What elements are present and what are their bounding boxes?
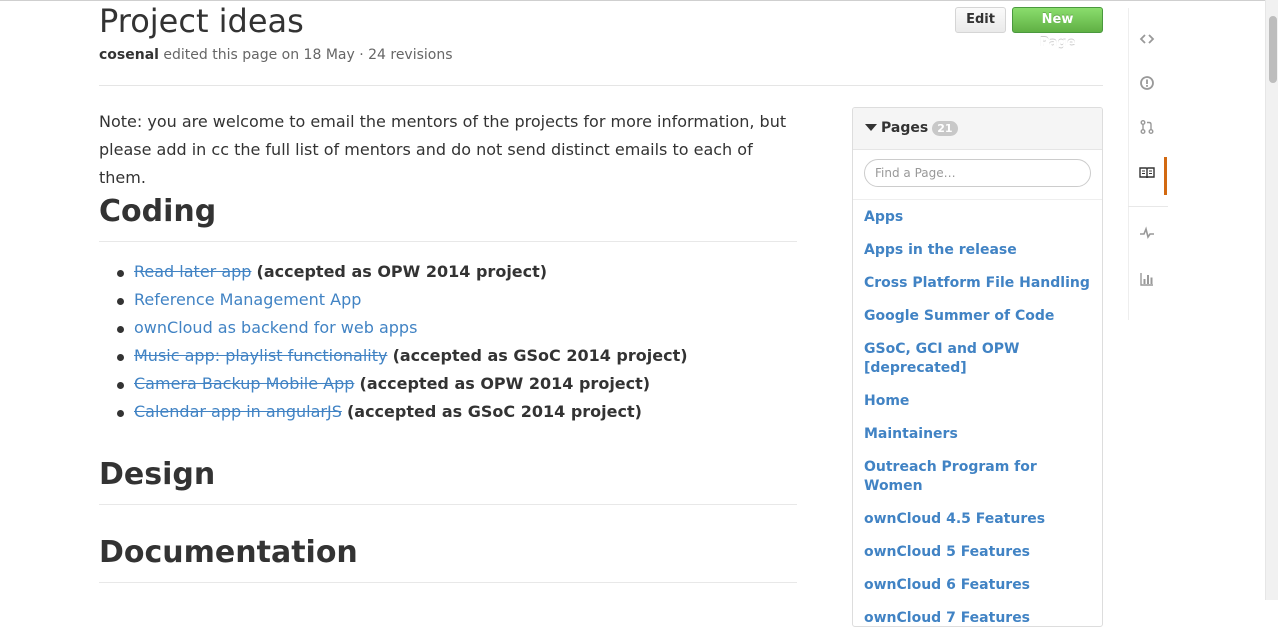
page-link[interactable]: Home: [864, 392, 1092, 411]
list-item: ownCloud as backend for web apps: [99, 314, 797, 342]
project-link[interactable]: Read later app: [134, 262, 251, 281]
list-item: Camera Backup Mobile App (accepted as OP…: [99, 370, 797, 398]
page-link[interactable]: ownCloud 6 Features: [864, 576, 1092, 595]
pages-count-badge: 21: [932, 120, 958, 136]
project-link[interactable]: ownCloud as backend for web apps: [134, 318, 417, 337]
project-list: Read later app (accepted as OPW 2014 pro…: [99, 258, 797, 426]
documentation-heading: Documentation: [99, 534, 797, 583]
nav-separator: [1128, 206, 1168, 207]
project-link[interactable]: Music app: playlist functionality: [134, 346, 387, 365]
bullet-icon: [117, 382, 124, 389]
accepted-note: (accepted as GSoC 2014 project): [392, 346, 688, 365]
active-tab-indicator: [1164, 157, 1167, 195]
edit-button[interactable]: Edit: [955, 7, 1006, 33]
author-link[interactable]: cosenal: [99, 47, 159, 63]
pages-header[interactable]: Pages 21: [853, 108, 1102, 150]
accepted-note: (accepted as OPW 2014 project): [359, 374, 651, 393]
find-page-input[interactable]: [864, 159, 1091, 187]
graphs-icon[interactable]: [1133, 268, 1161, 296]
bullet-icon: [117, 354, 124, 361]
project-link[interactable]: Camera Backup Mobile App: [134, 374, 354, 393]
page-link[interactable]: ownCloud 5 Features: [864, 543, 1092, 562]
page-link[interactable]: ownCloud 7 Features: [864, 609, 1092, 626]
page-link[interactable]: Outreach Program for Women: [864, 458, 1092, 496]
list-item: Reference Management App: [99, 286, 797, 314]
pages-list: Apps Apps in the release Cross Platform Fi…: [853, 200, 1102, 626]
page-link[interactable]: GSoC, GCI and OPW [deprecated]: [864, 340, 1092, 378]
pages-title: Pages: [881, 120, 929, 136]
repo-nav-border: [1128, 8, 1129, 320]
page-link[interactable]: ownCloud 4.5 Features: [864, 510, 1092, 529]
mentor-note: Note: you are welcome to email the mento…: [99, 112, 787, 187]
issues-icon[interactable]: [1133, 72, 1161, 100]
scrollbar-thumb[interactable]: [1269, 16, 1277, 83]
list-item: Read later app (accepted as OPW 2014 pro…: [99, 258, 797, 286]
accepted-note: (accepted as GSoC 2014 project): [346, 402, 642, 421]
bullet-icon: [117, 326, 124, 333]
page-title: Project ideas: [99, 2, 304, 40]
pages-search-row: [853, 150, 1102, 200]
project-link[interactable]: Calendar app in angularJS: [134, 402, 342, 421]
page-link[interactable]: Cross Platform File Handling: [864, 274, 1092, 293]
page-link[interactable]: Apps in the release: [864, 241, 1092, 260]
edit-info: cosenal edited this page on 18 May · 24 …: [99, 47, 453, 63]
list-item: Calendar app in angularJS (accepted as G…: [99, 398, 797, 426]
caret-down-icon: [865, 123, 877, 131]
wiki-icon[interactable]: [1133, 162, 1161, 190]
page-link[interactable]: Google Summer of Code: [864, 307, 1092, 326]
edit-info-text: edited this page on 18 May · 24 revision…: [158, 47, 453, 63]
pulse-icon[interactable]: [1133, 222, 1161, 250]
accepted-note: (accepted as OPW 2014 project): [256, 262, 548, 281]
project-link[interactable]: Reference Management App: [134, 290, 361, 309]
code-icon[interactable]: [1133, 28, 1161, 56]
bullet-icon: [117, 410, 124, 417]
pull-request-icon[interactable]: [1133, 116, 1161, 144]
page-link[interactable]: Apps: [864, 208, 1092, 227]
bullet-icon: [117, 270, 124, 277]
pages-panel: Pages21 Apps Apps in the release Cross Pla…: [852, 107, 1103, 627]
page-link[interactable]: Maintainers: [864, 425, 1092, 444]
page-scrollbar[interactable]: [1265, 0, 1278, 600]
new-page-button[interactable]: New Page: [1012, 7, 1103, 51]
bullet-icon: [117, 298, 124, 305]
list-item: Music app: playlist functionality (accep…: [99, 342, 797, 370]
coding-heading: Coding: [99, 193, 797, 242]
header-divider: [99, 85, 1103, 86]
design-heading: Design: [99, 456, 797, 505]
